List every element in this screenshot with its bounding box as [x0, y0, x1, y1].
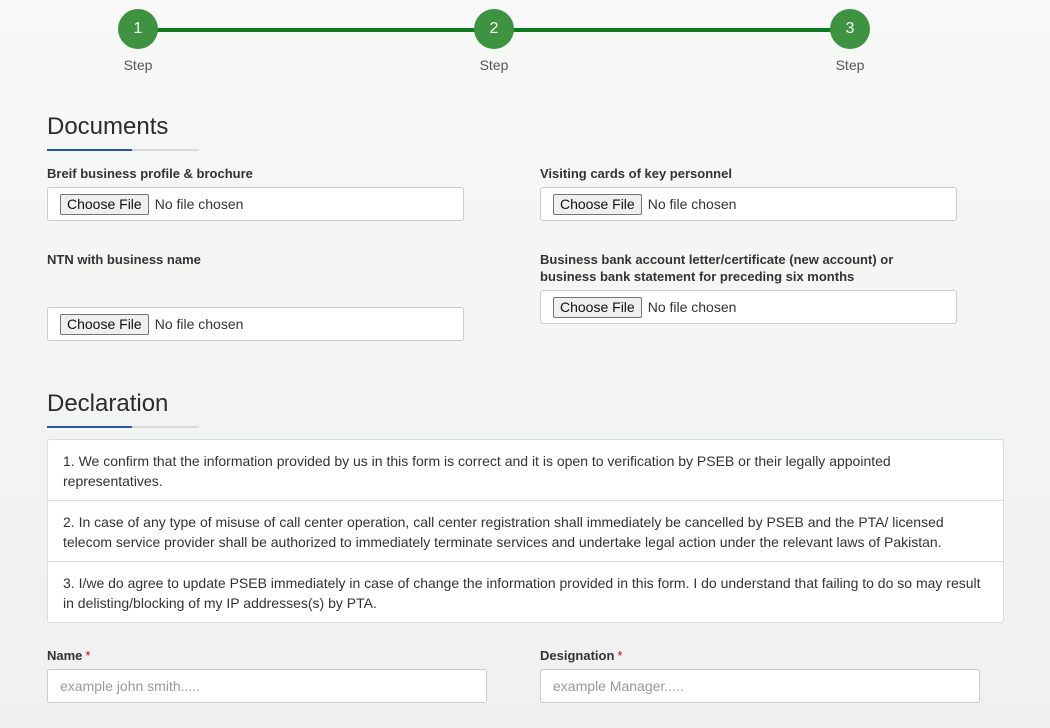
brochure-choose-file-button[interactable]: Choose File	[60, 193, 149, 215]
name-label: Name *	[47, 647, 90, 664]
visiting-cards-file-status: No file chosen	[647, 196, 737, 212]
bank-statement-choose-file-button[interactable]: Choose File	[553, 296, 642, 318]
ntn-file-status: No file chosen	[154, 316, 244, 332]
step-2[interactable]: 2 Step	[464, 9, 524, 73]
declaration-item-1: 1. We confirm that the information provi…	[48, 440, 1003, 501]
brochure-file-status: No file chosen	[154, 196, 244, 212]
progress-stepper: 1 Step 2 Step 3 Step	[0, 9, 1050, 79]
designation-label-text: Designation	[540, 648, 615, 663]
step-3-label: Step	[835, 57, 865, 73]
bank-statement-file-input[interactable]: Choose File No file chosen	[540, 290, 957, 324]
step-3-circle[interactable]: 3	[830, 9, 870, 49]
declaration-item-3: 3. I/we do agree to update PSEB immediat…	[63, 575, 981, 611]
declaration-list: 1. We confirm that the information provi…	[47, 439, 1004, 623]
ntn-choose-file-button[interactable]: Choose File	[60, 313, 149, 335]
step-connector-1-2	[156, 28, 476, 32]
step-1[interactable]: 1 Step	[108, 9, 168, 73]
documents-title-underline	[47, 149, 199, 151]
name-input[interactable]	[47, 669, 487, 703]
brochure-label: Breif business profile & brochure	[47, 166, 253, 181]
name-required-mark: *	[85, 648, 91, 663]
ntn-label: NTN with business name	[47, 252, 201, 267]
step-2-label: Step	[479, 57, 509, 73]
designation-input[interactable]	[540, 669, 980, 703]
step-1-label: Step	[123, 57, 153, 73]
bank-statement-label: Business bank account letter/certificate…	[540, 252, 894, 284]
step-2-circle[interactable]: 2	[474, 9, 514, 49]
visiting-cards-label: Visiting cards of key personnel	[540, 166, 732, 181]
brochure-file-input[interactable]: Choose File No file chosen	[47, 187, 464, 221]
ntn-file-input[interactable]: Choose File No file chosen	[47, 307, 464, 341]
visiting-cards-file-input[interactable]: Choose File No file chosen	[540, 187, 957, 221]
name-label-text: Name	[47, 648, 83, 663]
documents-title: Documents	[47, 113, 169, 140]
declaration-title: Declaration	[47, 390, 169, 417]
step-connector-2-3	[512, 28, 832, 32]
visiting-cards-choose-file-button[interactable]: Choose File	[553, 193, 642, 215]
declaration-item-2: 2. In case of any type of misuse of call…	[48, 501, 1003, 562]
designation-label: Designation *	[540, 647, 622, 664]
designation-required-mark: *	[617, 648, 623, 663]
step-1-circle[interactable]: 1	[118, 9, 158, 49]
step-3[interactable]: 3 Step	[820, 9, 880, 73]
declaration-title-underline	[47, 426, 199, 428]
bank-statement-file-status: No file chosen	[647, 299, 737, 315]
